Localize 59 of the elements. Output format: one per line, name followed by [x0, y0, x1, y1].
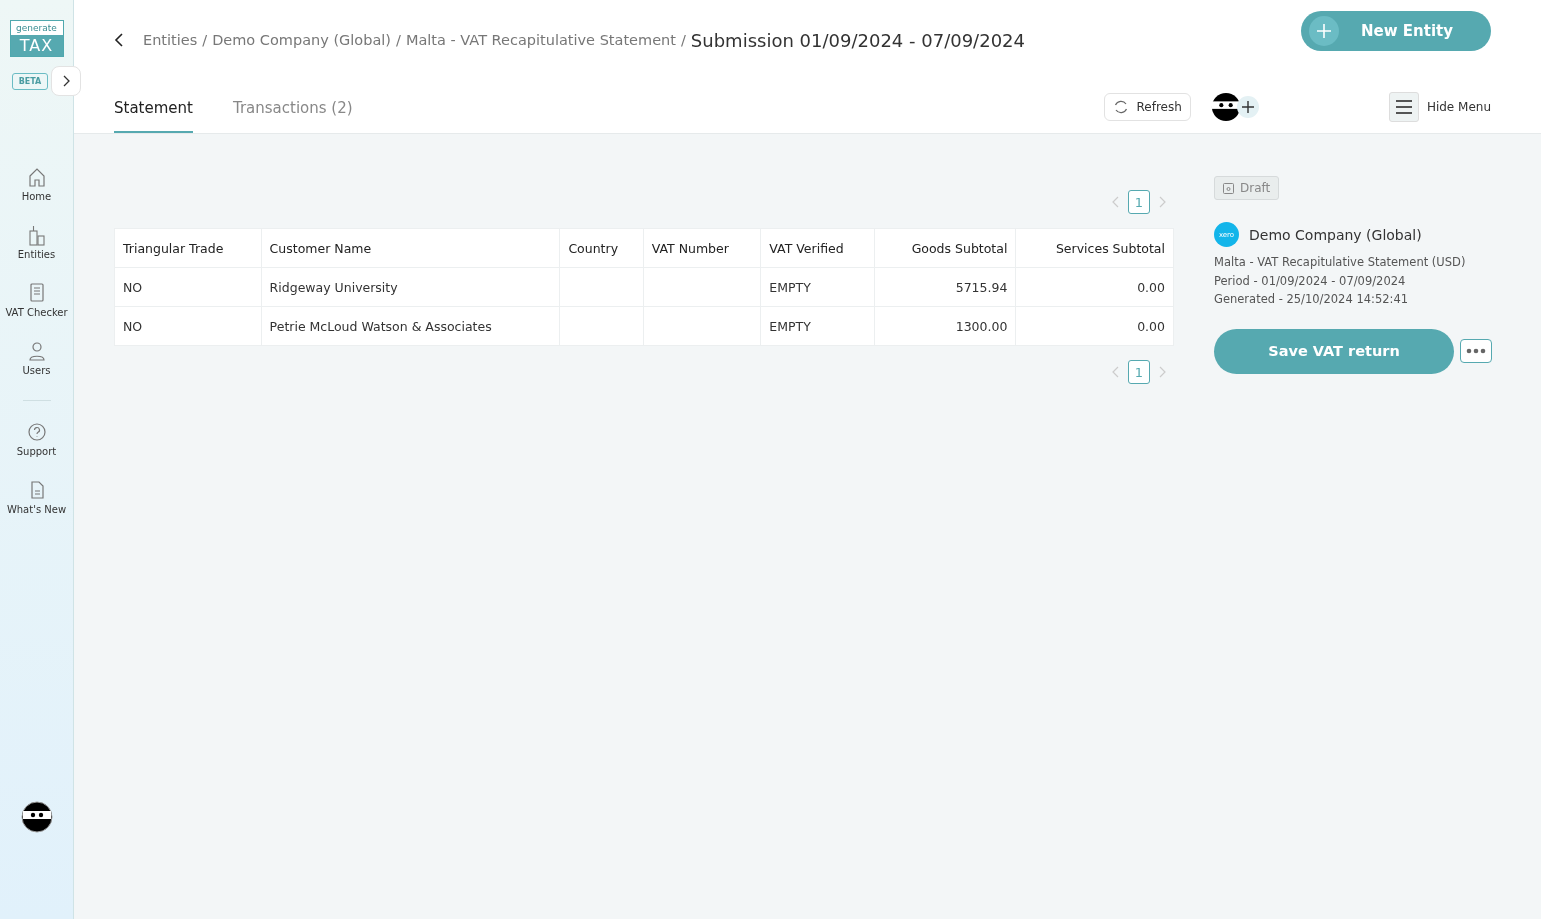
logo-text: generate	[16, 22, 57, 35]
home-icon	[26, 166, 47, 188]
sidebar-item[interactable]: Home	[4, 166, 69, 204]
summary-text: Generated - 25/10/2024 14:52:41	[1214, 291, 1409, 308]
plus-icon	[1309, 16, 1339, 46]
help-icon	[26, 421, 47, 443]
beta-badge: BETA	[11, 72, 49, 90]
table-cell: 1300.00	[874, 306, 1016, 346]
sidebar-item[interactable]: Support	[4, 421, 69, 459]
logo-text: TAX	[10, 35, 63, 56]
company-name: Demo Company (Global)	[1249, 226, 1422, 243]
save-icon	[1223, 182, 1234, 194]
sidebar-item[interactable]: What's New	[4, 479, 69, 517]
draft-badge: Draft	[1214, 176, 1280, 200]
table-cell: 5715.94	[874, 267, 1016, 307]
breadcrumb-separator: /	[396, 32, 401, 48]
breadcrumb-separator: /	[680, 32, 686, 48]
breadcrumb-link[interactable]: Entities	[143, 32, 198, 48]
breadcrumb-link[interactable]: Demo Company (Global)	[212, 32, 391, 48]
summary-text: Period - 01/09/2024 - 07/09/2024	[1214, 272, 1406, 290]
avatar-icon[interactable]	[1210, 91, 1241, 122]
table-cell: NO	[114, 267, 262, 307]
column-header: Goods Subtotal	[874, 228, 1016, 268]
user-icon	[26, 340, 47, 362]
column-header: Services Subtotal	[1015, 228, 1174, 268]
buildings-icon	[26, 224, 47, 246]
table-cell: 0.00	[1015, 306, 1174, 346]
sidebar-item[interactable]: VAT Checker	[4, 282, 69, 320]
chevron-right-icon	[61, 75, 72, 87]
column-header: Customer Name	[261, 228, 560, 268]
column-header: Country	[559, 228, 644, 268]
avatar-icon[interactable]	[20, 801, 53, 833]
column-header: VAT Number	[643, 228, 761, 268]
table-cell: 0.00	[1015, 267, 1174, 307]
sidebar-item[interactable]: Users	[4, 340, 69, 378]
sidebar-item[interactable]: Entities	[4, 224, 69, 262]
add-user-button[interactable]	[1236, 95, 1259, 118]
hide-menu-button[interactable]: Hide Menu	[1388, 91, 1491, 122]
table-cell: Petrie McLoud Watson & Associates	[261, 306, 560, 346]
table-cell: NO	[114, 306, 262, 346]
plus-icon	[1241, 100, 1254, 113]
tab[interactable]: Statement	[114, 87, 193, 133]
page-title: Submission 01/09/2024 - 07/09/2024	[690, 29, 1025, 51]
table-cell: EMPTY	[760, 306, 875, 346]
tab[interactable]: Transactions (2)	[232, 87, 353, 133]
more-icon	[1466, 348, 1486, 354]
breadcrumb-link[interactable]: Malta - VAT Recapitulative Statement	[405, 32, 676, 48]
summary-text: Malta - VAT Recapitulative Statement (USD)	[1214, 254, 1466, 271]
breadcrumb-separator: /	[202, 32, 208, 48]
column-header: Triangular Trade	[114, 228, 262, 268]
refresh-icon	[1112, 98, 1129, 115]
chevron-left-icon	[114, 33, 124, 47]
menu-icon	[1395, 99, 1412, 114]
back-button[interactable]	[114, 33, 124, 47]
table-cell: Ridgeway University	[261, 267, 560, 307]
more-button[interactable]	[1460, 339, 1492, 363]
table-cell: EMPTY	[760, 267, 875, 307]
column-header: VAT Verified	[760, 228, 875, 268]
refresh-button[interactable]: Refresh	[1103, 92, 1191, 121]
